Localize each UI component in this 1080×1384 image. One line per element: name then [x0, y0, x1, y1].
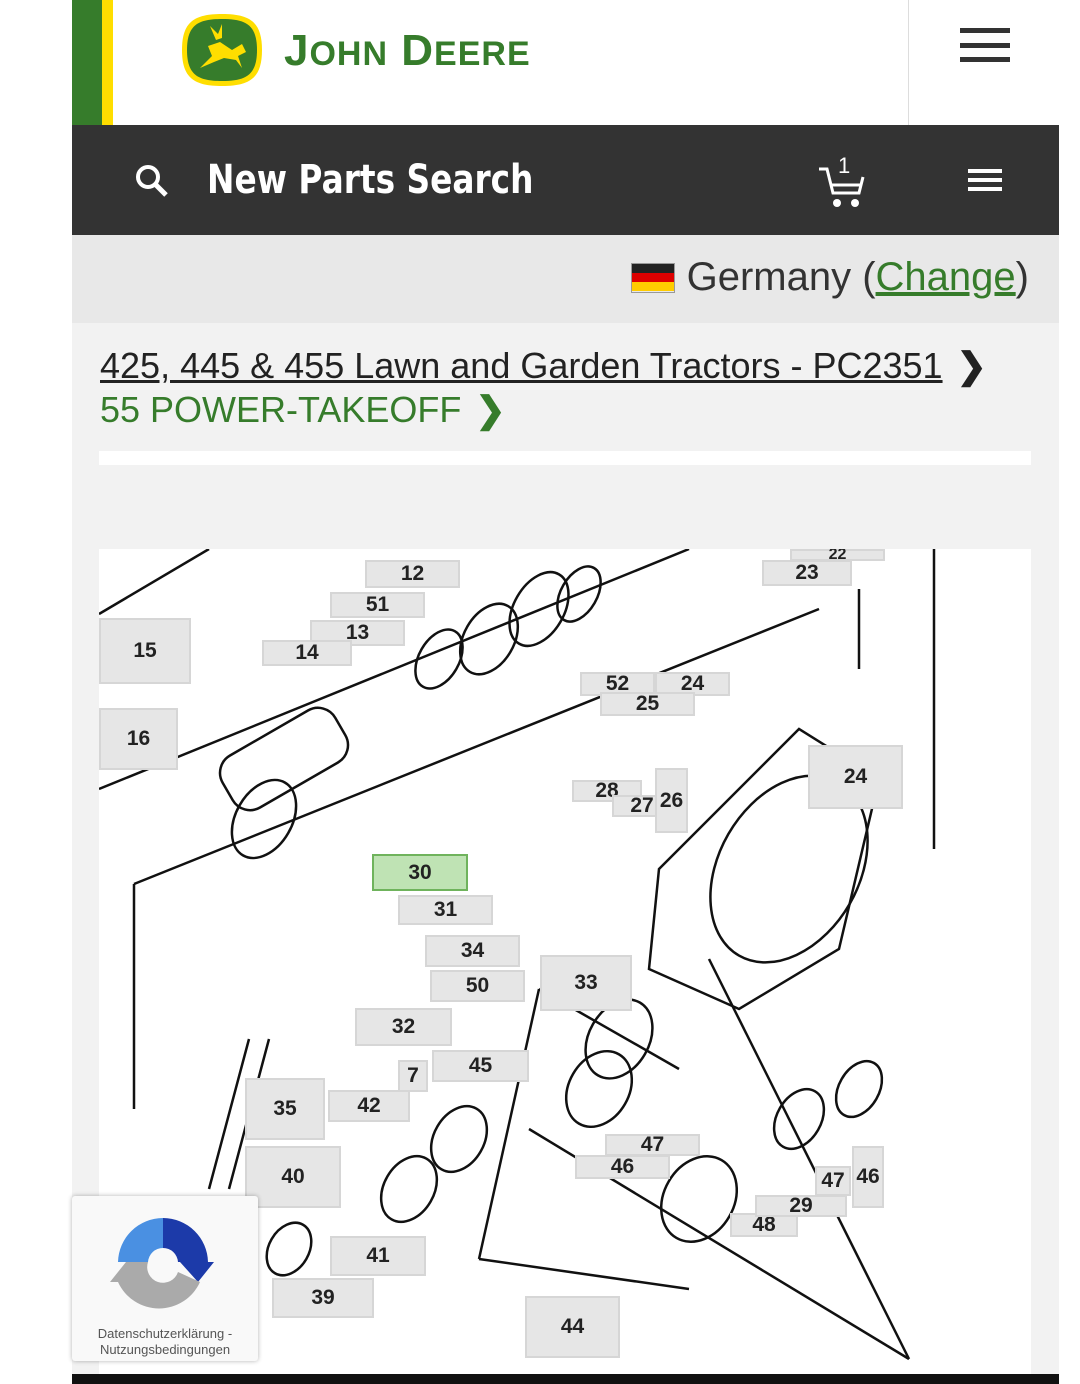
part-label[interactable]: 39: [272, 1278, 374, 1318]
part-label[interactable]: 35: [245, 1078, 325, 1140]
separator: -: [227, 1326, 233, 1341]
part-label[interactable]: 15: [99, 618, 191, 684]
page-title[interactable]: New Parts Search: [207, 157, 533, 203]
part-label[interactable]: 40: [245, 1146, 341, 1208]
brand-name: JOHN DEERE: [284, 26, 531, 75]
chevron-right-icon: ❯: [956, 345, 987, 386]
part-label[interactable]: 46: [575, 1155, 670, 1179]
part-label[interactable]: 32: [355, 1008, 452, 1046]
breadcrumb-current[interactable]: 55 POWER-TAKEOFF ❯: [100, 389, 506, 431]
part-label[interactable]: 14: [262, 640, 352, 666]
part-label[interactable]: 50: [430, 970, 525, 1002]
part-label[interactable]: 24: [808, 745, 903, 809]
part-label[interactable]: 45: [432, 1050, 529, 1082]
part-label[interactable]: 7: [398, 1060, 428, 1092]
privacy-link[interactable]: Datenschutzerklärung: [98, 1326, 224, 1341]
part-label[interactable]: 47: [605, 1133, 700, 1156]
bottom-bar: [72, 1374, 1059, 1384]
part-label[interactable]: 33: [540, 955, 632, 1011]
breadcrumb-current-link[interactable]: 55 POWER-TAKEOFF: [100, 389, 461, 430]
part-label[interactable]: 34: [425, 935, 520, 967]
part-label[interactable]: 26: [655, 768, 688, 833]
paren: (: [862, 255, 876, 299]
part-label[interactable]: 44: [525, 1296, 620, 1358]
yellow-stripe: [102, 0, 113, 125]
part-label[interactable]: 29: [755, 1194, 847, 1217]
deere-logo-icon[interactable]: [180, 12, 264, 88]
chevron-right-icon: ❯: [475, 389, 506, 430]
green-stripe: [72, 0, 102, 125]
search-icon[interactable]: [134, 163, 170, 199]
germany-flag-icon: [630, 262, 675, 293]
recaptcha-badge[interactable]: Datenschutzerklärung - Nutzungsbedingung…: [72, 1196, 258, 1361]
change-country-link[interactable]: Change: [876, 255, 1016, 300]
part-label[interactable]: 12: [365, 560, 460, 588]
hamburger-icon[interactable]: [960, 28, 1010, 62]
divider: [908, 0, 909, 125]
part-label[interactable]: 31: [398, 895, 493, 925]
recaptcha-icon: [110, 1218, 214, 1309]
part-label[interactable]: 47: [815, 1166, 851, 1196]
breadcrumb-parent-link[interactable]: 425, 445 & 455 Lawn and Garden Tractors …: [100, 345, 943, 386]
part-label[interactable]: 42: [328, 1090, 410, 1122]
part-label[interactable]: 16: [99, 708, 178, 770]
nav-bar: New Parts Search 1: [72, 125, 1059, 235]
part-label[interactable]: 25: [600, 692, 695, 716]
cart-count: 1: [838, 153, 851, 178]
part-label[interactable]: 23: [762, 560, 852, 586]
divider: [99, 451, 1031, 465]
country-name: Germany: [686, 255, 852, 299]
part-label[interactable]: 46: [852, 1146, 884, 1208]
breadcrumb-parent[interactable]: 425, 445 & 455 Lawn and Garden Tractors …: [100, 345, 987, 387]
menu-icon[interactable]: [968, 169, 1002, 191]
paren: ): [1015, 255, 1029, 299]
part-label[interactable]: 41: [330, 1236, 426, 1276]
part-label[interactable]: 51: [330, 592, 425, 618]
country-bar: Germany (Change): [72, 235, 1059, 323]
site-header: JOHN DEERE: [72, 0, 1059, 125]
part-label-highlighted[interactable]: 30: [372, 854, 468, 891]
terms-link[interactable]: Nutzungsbedingungen: [72, 1342, 258, 1357]
